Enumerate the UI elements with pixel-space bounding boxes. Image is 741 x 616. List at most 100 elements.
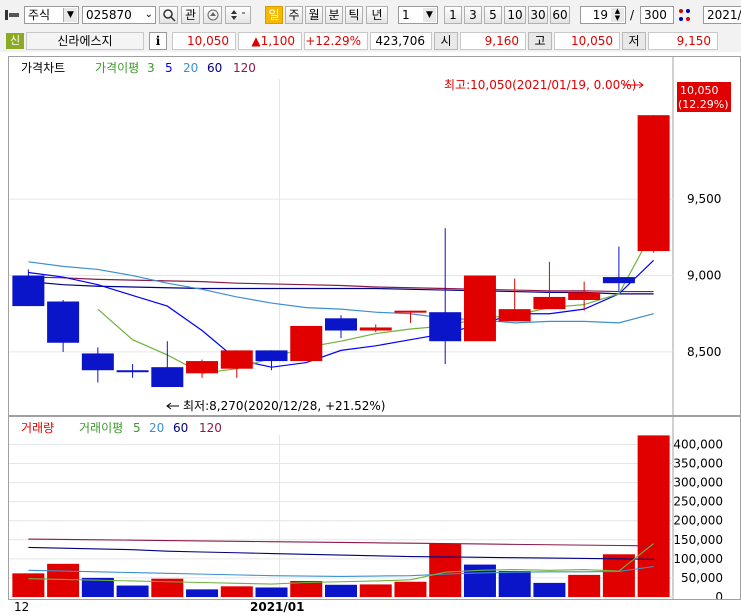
volume-bar (255, 587, 288, 597)
candle-body (186, 361, 219, 374)
low-label: 저 (622, 32, 646, 50)
candle-body (116, 370, 149, 373)
price-candle (463, 275, 496, 342)
x-label-dec: 12 (14, 600, 30, 614)
x-label-2021-01: 2021/01 (250, 600, 305, 614)
volume-y-tick-label: 400,000 (673, 437, 723, 451)
toolbar: 주식 ▼ 025870 ⌄ 관 일 주 월 분 틱 년 1 ▼ 1 3 5 10… (0, 0, 741, 30)
volume-bar (463, 564, 496, 597)
price-candle (359, 324, 392, 333)
price-candle (116, 364, 149, 378)
legend-price-ma: 가격이평 (95, 61, 139, 75)
multiplier-select[interactable]: 1 ▼ (398, 6, 438, 24)
price-y-tick-label: 9,000 (687, 269, 721, 283)
low-price: 9,150 (648, 32, 718, 50)
total-count-input[interactable]: 300 (640, 6, 674, 24)
credit-badge: 신 (6, 33, 24, 49)
stock-code-input[interactable]: 025870 ⌄ (82, 6, 156, 24)
price-axis-current: 10,050 (680, 84, 719, 97)
stock-info-button[interactable]: i (149, 32, 167, 50)
period-day[interactable]: 일 (265, 6, 283, 24)
minute-1-button[interactable]: 1 (444, 6, 462, 24)
price-axis-rate: (12.29%) (678, 98, 729, 111)
candle-body (255, 350, 288, 362)
chevron-down-icon[interactable]: ▼ (63, 8, 77, 22)
trade-volume: 423,706 (370, 32, 432, 50)
date-input-value: 2021/0 (707, 8, 741, 22)
price-candle (602, 246, 635, 291)
price-y-tick-label: 8,500 (687, 345, 721, 359)
candle-body (325, 318, 357, 331)
spin-arrows-icon[interactable]: ▲ ▼ (611, 8, 624, 22)
display-count-input[interactable]: 19 ▲ ▼ (580, 6, 626, 24)
chevron-down-icon[interactable]: ▼ (423, 8, 436, 22)
legend-volume: 거래량 (21, 421, 54, 435)
x-axis: 12 2021/01 (0, 600, 741, 616)
minute-5-button[interactable]: 5 (484, 6, 502, 24)
price-chart[interactable]: 8,5009,0009,500 가격차트 가격이평 3 5 20 60 120 … (9, 57, 740, 415)
minute-30-button[interactable]: 30 (528, 6, 548, 24)
price-chart-panel[interactable]: 8,500 9,000 9,500 가격차트 가격이평 3 5 20 60 120 … (8, 56, 741, 416)
link-button[interactable] (203, 6, 222, 24)
volume-chart-panel[interactable]: 0 50,000 100,000 150,000 200,000 250,000 300,0… (8, 416, 741, 600)
period-week[interactable]: 주 (285, 6, 303, 24)
settings-icon[interactable] (677, 6, 693, 24)
legend-ma60: 60 (207, 61, 222, 75)
display-count-value: 19 (592, 8, 608, 22)
minute-10-button[interactable]: 10 (504, 6, 526, 24)
volume-bar (533, 582, 566, 597)
price-y-tick-label: 9,500 (687, 192, 721, 206)
volume-y-tick-label: 200,000 (673, 514, 723, 528)
search-button[interactable] (159, 6, 178, 24)
stepper-button[interactable] (225, 6, 251, 24)
candle-body (81, 353, 114, 371)
volume-bar (186, 589, 219, 597)
volume-ma60-line (28, 546, 654, 560)
volume-bar (47, 563, 80, 597)
legend-vma60: 60 (173, 421, 188, 435)
open-price: 9,160 (460, 32, 526, 50)
candle-body (290, 325, 323, 362)
volume-y-tick-label: 150,000 (673, 533, 723, 547)
period-year[interactable]: 년 (366, 6, 388, 24)
quote-bar: 신 신라에스지 i 10,050 ▲1,100 +12.29% 423,706 … (0, 30, 741, 52)
volume-bar (359, 584, 392, 597)
price-candle (325, 315, 357, 339)
volume-bar (568, 574, 601, 597)
max-price-annotation: 최고:10,050(2021/01/19, 0.00%) (444, 78, 636, 92)
volume-bar (12, 573, 45, 597)
volume-chart[interactable]: 0 50,000 100,000 150,000 200,000 250,000 300,0… (9, 417, 740, 599)
candle-body (463, 275, 496, 342)
price-candle (81, 347, 114, 383)
legend-ma20: 20 (183, 61, 198, 75)
stock-name: 신라에스지 (26, 32, 144, 50)
price-candle (255, 350, 288, 371)
period-minute[interactable]: 분 (325, 6, 343, 24)
panel-grip-icon[interactable] (5, 9, 19, 21)
volume-bar (498, 571, 531, 597)
volume-bar (325, 584, 357, 597)
legend-price-chart: 가격차트 (21, 61, 65, 75)
candle-body (568, 292, 601, 300)
volume-bar (394, 581, 427, 597)
period-tick[interactable]: 틱 (345, 6, 363, 24)
candle-body (533, 296, 566, 310)
chevron-down-icon[interactable]: ⌄ (145, 7, 153, 23)
date-input[interactable]: 2021/0 (703, 6, 741, 24)
candle-body (498, 309, 531, 322)
volume-y-tick-label: 350,000 (673, 457, 723, 471)
volume-y-tick-label: 300,000 (673, 476, 723, 490)
market-select-value: 주식 (28, 8, 51, 22)
count-separator: / (630, 8, 635, 22)
minute-60-button[interactable]: 60 (550, 6, 570, 24)
candle-body (359, 327, 392, 331)
period-month[interactable]: 월 (305, 6, 323, 24)
volume-y-tick-label: 0 (715, 590, 723, 599)
legend-vma20: 20 (149, 421, 164, 435)
legend-ma5: 5 (165, 61, 173, 75)
market-select[interactable]: 주식 ▼ (24, 6, 79, 24)
minute-3-button[interactable]: 3 (464, 6, 482, 24)
price-ma120-line (28, 276, 654, 293)
favorites-button[interactable]: 관 (181, 6, 200, 24)
candle-body (602, 277, 635, 284)
